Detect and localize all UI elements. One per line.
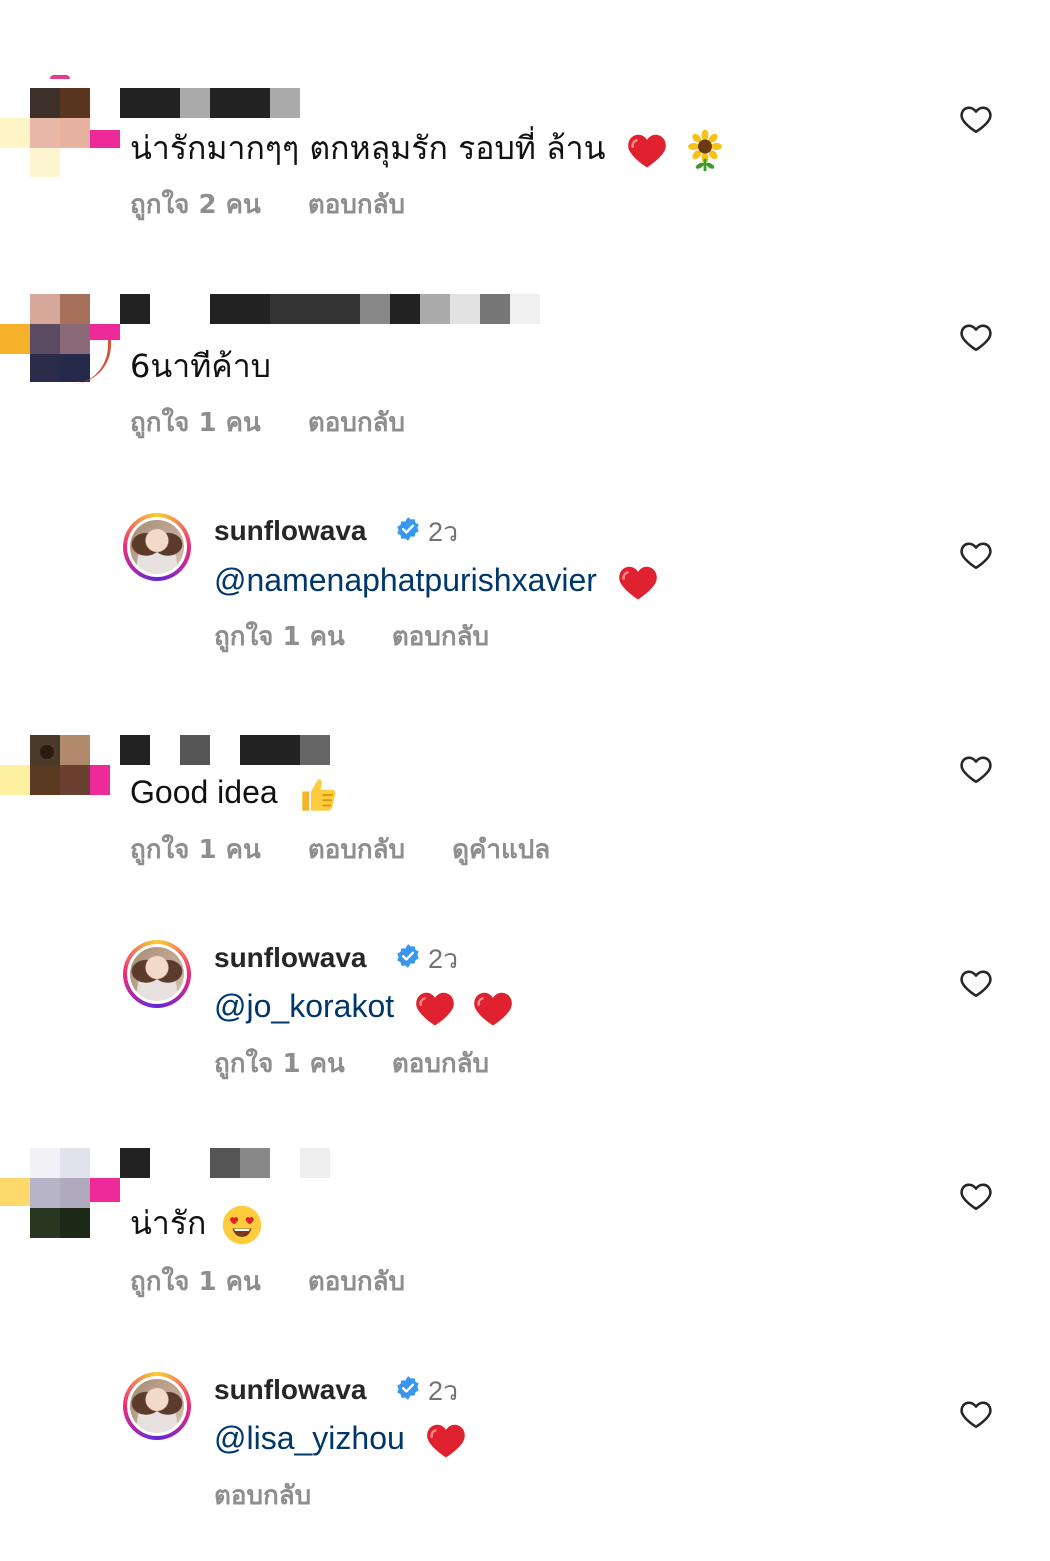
- like-heart-icon[interactable]: [958, 752, 994, 786]
- avatar-story-ring[interactable]: [123, 940, 191, 1008]
- username-redacted[interactable]: [120, 735, 330, 765]
- avatar-story-ring[interactable]: [123, 1372, 191, 1440]
- avatar-pixelated[interactable]: [0, 75, 122, 177]
- likes-count-link[interactable]: ถูกใจ 1 คน: [130, 1265, 261, 1299]
- timestamp: 2ว: [428, 1376, 459, 1406]
- reply-text: @namenaphatpurishxavier: [214, 560, 659, 603]
- heart-eyes-face-icon: [221, 1204, 263, 1246]
- username[interactable]: sunflowava: [214, 941, 366, 975]
- avatar-pixelated[interactable]: [0, 735, 122, 827]
- comment-meta: ถูกใจ 1 คน ตอบกลับ: [214, 620, 527, 654]
- like-heart-icon[interactable]: [958, 1179, 994, 1213]
- username-redacted[interactable]: [120, 1148, 330, 1178]
- reply-button[interactable]: ตอบกลับ: [392, 1047, 489, 1081]
- red-heart-icon: [617, 561, 659, 603]
- avatar-pixelated[interactable]: [0, 294, 122, 386]
- timestamp: 2ว: [428, 944, 459, 974]
- reply-button[interactable]: ตอบกลับ: [392, 620, 489, 654]
- comment-meta: ถูกใจ 2 คน ตอบกลับ: [130, 188, 443, 222]
- likes-count-link[interactable]: ถูกใจ 1 คน: [130, 406, 261, 440]
- sunflower-icon: [684, 129, 726, 171]
- comment-text: น่ารักมากๆๆ ตกหลุมรัก รอบที่ ล้าน: [130, 128, 726, 171]
- comment-meta: ตอบกลับ: [214, 1479, 349, 1513]
- comment-meta: ถูกใจ 1 คน ตอบกลับ: [130, 406, 443, 440]
- comment-meta: ถูกใจ 1 คน ตอบกลับ: [214, 1047, 527, 1081]
- reply-text: @jo_korakot: [214, 986, 514, 1029]
- mention-link[interactable]: @lisa_yizhou: [214, 1420, 405, 1456]
- like-heart-icon[interactable]: [958, 538, 994, 572]
- verified-badge-icon: [395, 516, 421, 542]
- comment-text: 6นาทีค้าบ: [130, 347, 271, 385]
- reply-button[interactable]: ตอบกลับ: [308, 1265, 405, 1299]
- comment-text: น่ารัก: [130, 1203, 263, 1246]
- likes-count-link[interactable]: ถูกใจ 1 คน: [130, 833, 261, 867]
- red-heart-icon: [414, 987, 456, 1029]
- username-redacted[interactable]: [120, 88, 300, 118]
- avatar-photo: [130, 947, 184, 1001]
- reply-button[interactable]: ตอบกลับ: [308, 188, 405, 222]
- verified-badge-icon: [395, 1375, 421, 1401]
- avatar-photo: [130, 1379, 184, 1433]
- timestamp: 2ว: [428, 517, 459, 547]
- red-heart-icon: [425, 1419, 467, 1461]
- like-heart-icon[interactable]: [958, 1397, 994, 1431]
- likes-count-link[interactable]: ถูกใจ 2 คน: [130, 188, 261, 222]
- verified-badge-icon: [395, 943, 421, 969]
- like-heart-icon[interactable]: [958, 320, 994, 354]
- like-heart-icon[interactable]: [958, 102, 994, 136]
- reply-button[interactable]: ตอบกลับ: [308, 833, 405, 867]
- reply-text: @lisa_yizhou: [214, 1418, 467, 1461]
- username[interactable]: sunflowava: [214, 1373, 366, 1407]
- like-heart-icon[interactable]: [958, 966, 994, 1000]
- comment-text: Good idea: [130, 772, 339, 816]
- username[interactable]: sunflowava: [214, 514, 366, 548]
- thumbs-up-icon: [297, 774, 339, 816]
- avatar-story-ring[interactable]: [123, 513, 191, 581]
- mention-link[interactable]: @namenaphatpurishxavier: [214, 562, 597, 598]
- likes-count-link[interactable]: ถูกใจ 1 คน: [214, 620, 345, 654]
- reply-button[interactable]: ตอบกลับ: [214, 1479, 311, 1513]
- comment-meta: ถูกใจ 1 คน ตอบกลับ: [130, 1265, 443, 1299]
- likes-count-link[interactable]: ถูกใจ 1 คน: [214, 1047, 345, 1081]
- username-redacted[interactable]: [120, 294, 540, 324]
- mention-link[interactable]: @jo_korakot: [214, 988, 394, 1024]
- reply-button[interactable]: ตอบกลับ: [308, 406, 405, 440]
- red-heart-icon: [626, 129, 668, 171]
- comment-meta: ถูกใจ 1 คน ตอบกลับ ดูคำแปล: [130, 833, 588, 867]
- avatar-photo: [130, 520, 184, 574]
- red-heart-icon: [472, 987, 514, 1029]
- see-translation-link[interactable]: ดูคำแปล: [452, 833, 550, 867]
- avatar-pixelated[interactable]: [0, 1148, 122, 1238]
